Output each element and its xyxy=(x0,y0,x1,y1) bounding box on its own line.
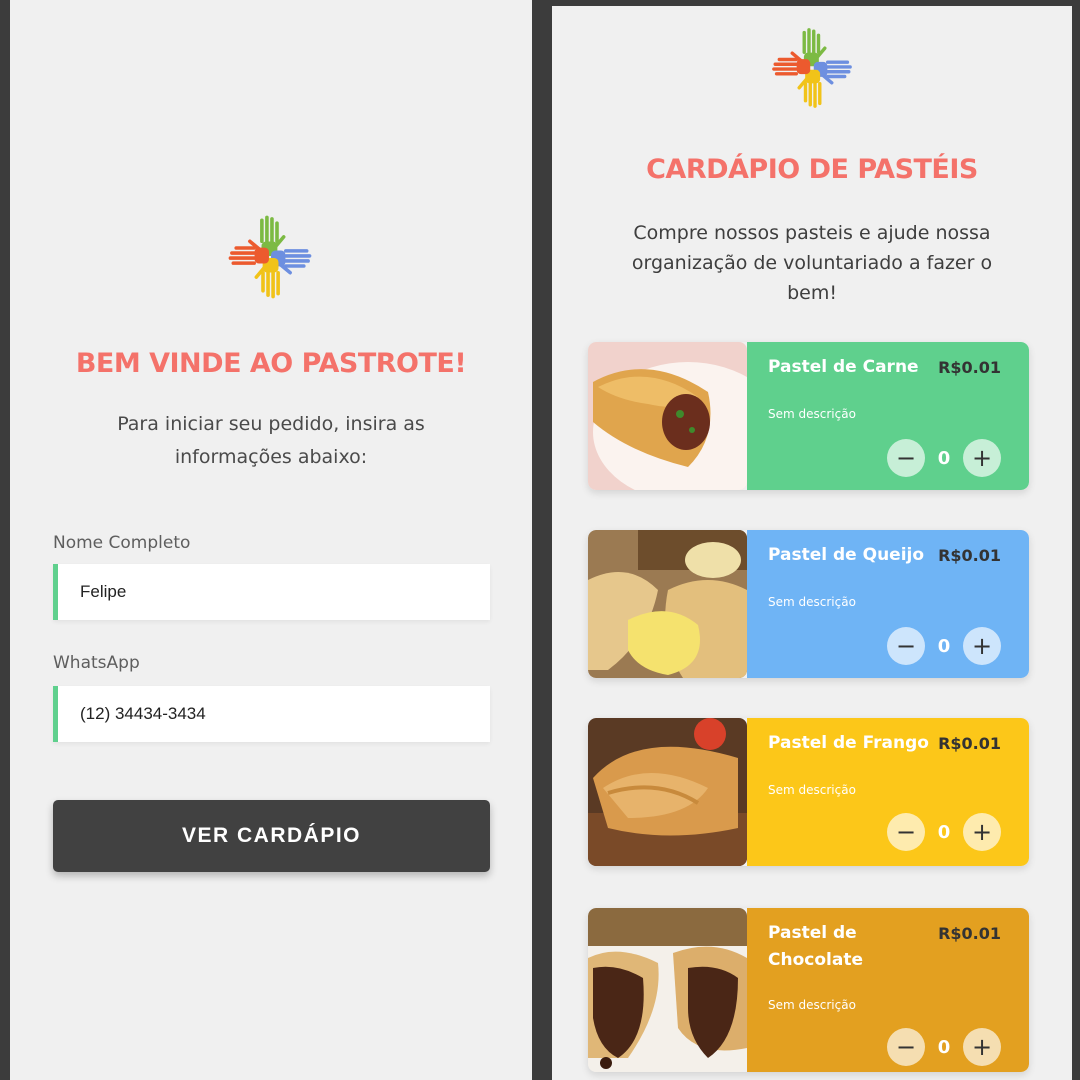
item-name: Pastel de Queijo xyxy=(768,545,925,565)
decrement-button[interactable]: − xyxy=(887,1028,925,1066)
item-name: Pastel de Frango xyxy=(768,733,929,753)
item-price: R$0.01 xyxy=(938,924,1001,943)
whatsapp-label: WhatsApp xyxy=(53,653,140,673)
menu-item-body: Pastel de Queijo R$0.01 Sem descrição − … xyxy=(747,530,1029,678)
quantity-value: 0 xyxy=(937,821,951,843)
menu-item-body: Pastel de Chocolate R$0.01 Sem descrição… xyxy=(747,908,1029,1072)
welcome-title: BEM VINDE AO PASTROTE! xyxy=(75,348,467,379)
item-description: Sem descrição xyxy=(768,998,856,1012)
item-name: Pastel de Chocolate xyxy=(768,923,863,970)
login-screen: BEM VINDE AO PASTROTE! Para iniciar seu … xyxy=(10,0,532,1080)
menu-title: CARDÁPIO DE PASTÉIS xyxy=(646,154,978,185)
increment-button[interactable]: + xyxy=(963,627,1001,665)
item-description: Sem descrição xyxy=(768,783,856,797)
view-menu-button[interactable]: VER CARDÁPIO xyxy=(53,800,490,872)
item-price: R$0.01 xyxy=(938,734,1001,753)
menu-item-body: Pastel de Frango R$0.01 Sem descrição − … xyxy=(747,718,1029,866)
quantity-value: 0 xyxy=(937,635,951,657)
item-name: Pastel de Carne xyxy=(768,357,919,377)
hands-logo xyxy=(762,18,862,118)
quantity-stepper: − 0 + xyxy=(887,1028,1001,1066)
item-price: R$0.01 xyxy=(938,546,1001,565)
item-price: R$0.01 xyxy=(938,358,1001,377)
pastel-queijo-photo xyxy=(588,530,747,678)
name-input[interactable] xyxy=(53,564,490,620)
pastel-chocolate-photo xyxy=(588,908,747,1072)
whatsapp-input[interactable] xyxy=(53,686,490,742)
menu-item-card: Pastel de Carne R$0.01 Sem descrição − 0… xyxy=(588,342,1029,490)
menu-screen: CARDÁPIO DE PASTÉIS Compre nossos pastei… xyxy=(552,6,1072,1080)
item-description: Sem descrição xyxy=(768,407,856,421)
menu-item-card: Pastel de Queijo R$0.01 Sem descrição − … xyxy=(588,530,1029,678)
pastel-carne-photo xyxy=(588,342,747,490)
pastel-frango-photo xyxy=(588,718,747,866)
increment-button[interactable]: + xyxy=(963,1028,1001,1066)
quantity-stepper: − 0 + xyxy=(887,627,1001,665)
menu-item-card: Pastel de Frango R$0.01 Sem descrição − … xyxy=(588,718,1029,866)
increment-button[interactable]: + xyxy=(963,439,1001,477)
menu-subtitle: Compre nossos pasteis e ajude nossa orga… xyxy=(631,222,993,304)
decrement-button[interactable]: − xyxy=(887,439,925,477)
menu-item-card: Pastel de Chocolate R$0.01 Sem descrição… xyxy=(588,908,1029,1072)
hands-logo xyxy=(220,202,320,312)
quantity-stepper: − 0 + xyxy=(887,813,1001,851)
item-description: Sem descrição xyxy=(768,595,856,609)
quantity-stepper: − 0 + xyxy=(887,439,1001,477)
quantity-value: 0 xyxy=(937,1036,951,1058)
menu-item-body: Pastel de Carne R$0.01 Sem descrição − 0… xyxy=(747,342,1029,490)
decrement-button[interactable]: − xyxy=(887,627,925,665)
increment-button[interactable]: + xyxy=(963,813,1001,851)
welcome-subtitle: Para iniciar seu pedido, insira as infor… xyxy=(117,413,425,468)
name-label: Nome Completo xyxy=(53,533,191,553)
quantity-value: 0 xyxy=(937,447,951,469)
decrement-button[interactable]: − xyxy=(887,813,925,851)
